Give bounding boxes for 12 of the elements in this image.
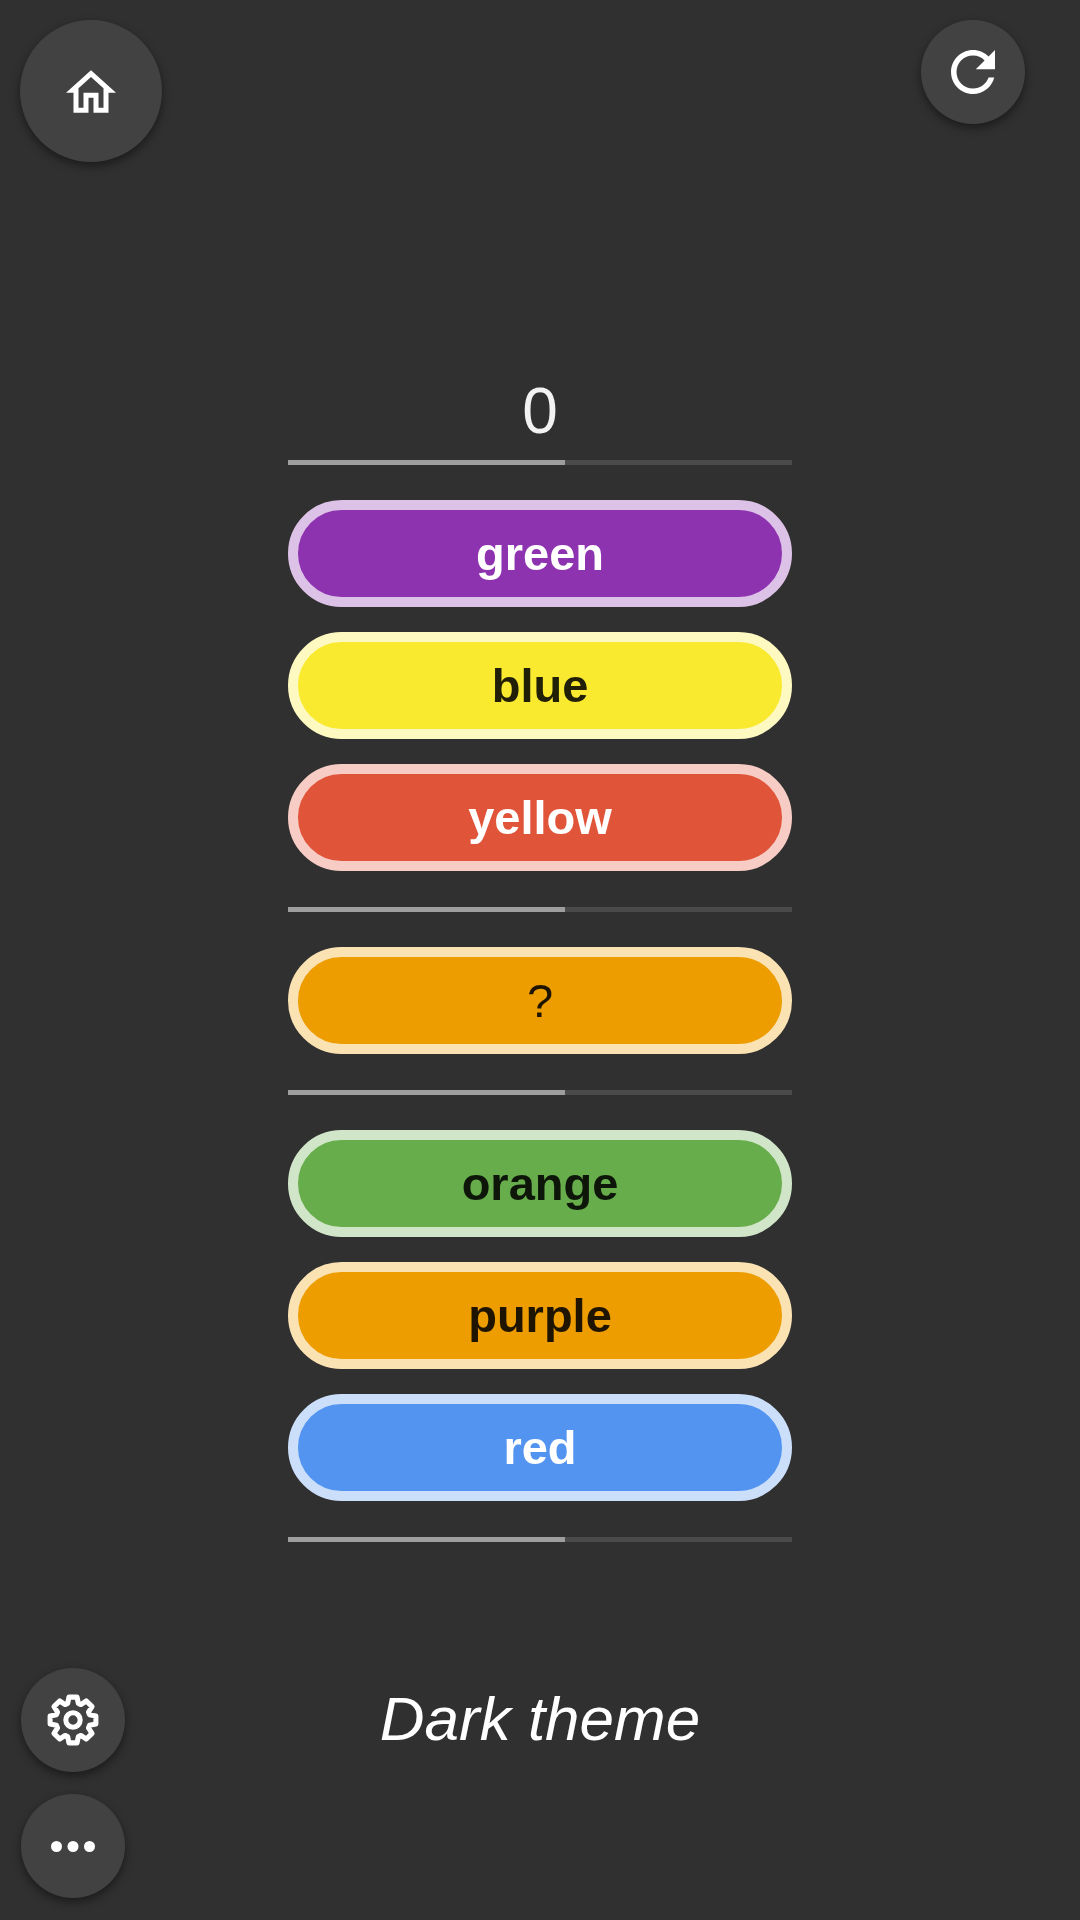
answer-button[interactable]: green xyxy=(288,500,792,607)
score-text: 0 xyxy=(522,379,558,443)
answer-slot: ? xyxy=(288,947,792,1054)
answer-button[interactable]: blue xyxy=(288,632,792,739)
answer-button[interactable]: purple xyxy=(288,1262,792,1369)
theme-label: Dark theme xyxy=(379,1688,701,1750)
answer-button[interactable]: yellow xyxy=(288,764,792,871)
refresh-icon xyxy=(951,50,995,94)
home-icon xyxy=(66,69,116,113)
more-icon xyxy=(51,1840,95,1852)
settings-icon xyxy=(47,1694,99,1746)
answer-button[interactable]: orange xyxy=(288,1130,792,1237)
